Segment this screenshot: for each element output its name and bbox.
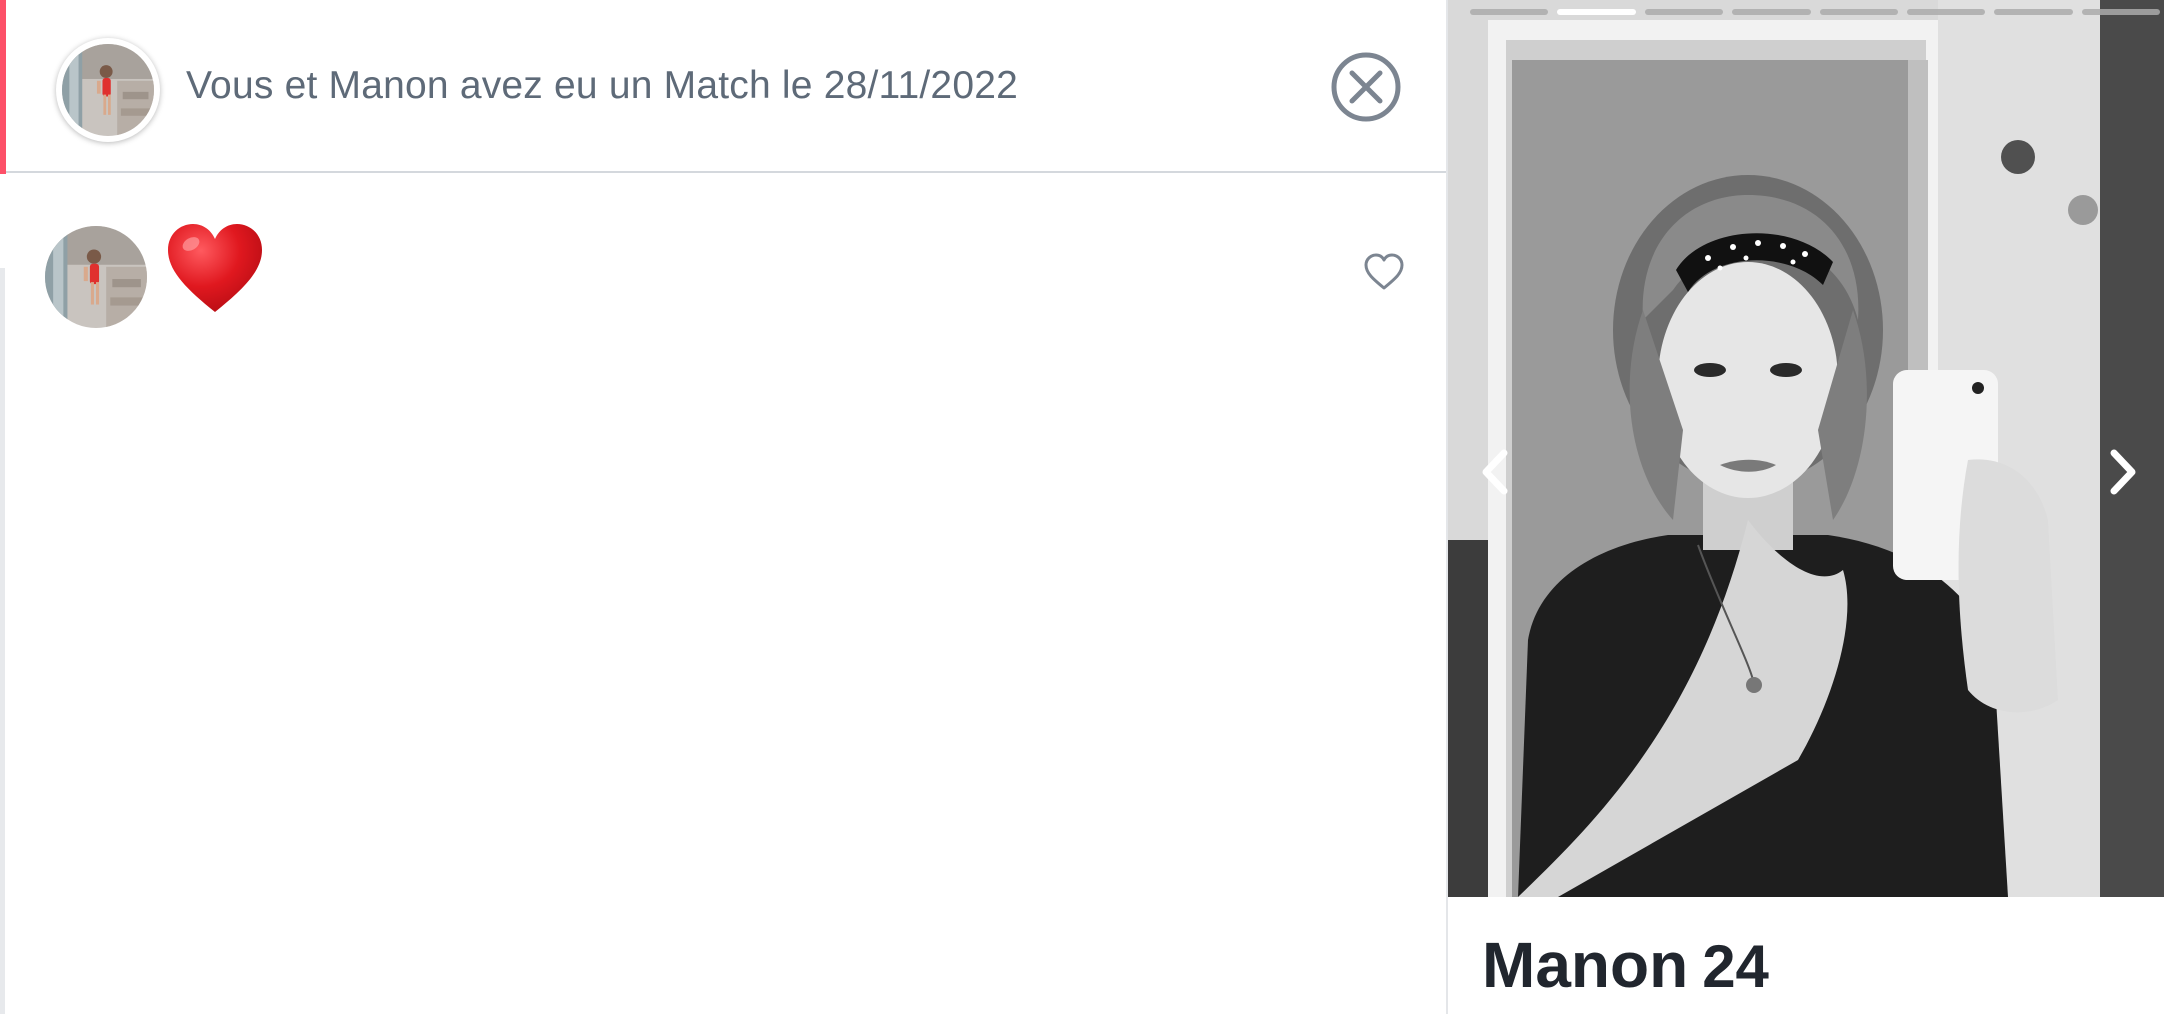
match-date-text: Vous et Manon avez eu un Match le 28/11/… <box>186 64 1018 107</box>
profile-panel: Manon 24 <box>1446 0 2164 1014</box>
left-border <box>0 268 5 1014</box>
photo-progress-bar <box>1470 9 2160 15</box>
chevron-right-icon[interactable] <box>2102 445 2142 499</box>
photo-progress-segment[interactable] <box>2081 9 2160 15</box>
avatar-photo <box>62 44 154 136</box>
sender-avatar[interactable] <box>45 226 147 328</box>
photo-image <box>1448 0 2164 897</box>
chat-panel: Vous et Manon avez eu un Match le 28/11/… <box>0 0 1446 1014</box>
photo-progress-segment[interactable] <box>1644 9 1724 15</box>
match-header: Vous et Manon avez eu un Match le 28/11/… <box>6 0 1446 173</box>
photo-progress-segment-active[interactable] <box>1557 9 1636 15</box>
photo-progress-segment[interactable] <box>1732 9 1811 15</box>
profile-name: Manon <box>1482 929 1689 1001</box>
photo-progress-segment[interactable] <box>1819 9 1898 15</box>
match-avatar[interactable] <box>56 38 160 142</box>
profile-photo[interactable] <box>1448 0 2164 897</box>
photo-progress-segment[interactable] <box>1994 9 2073 15</box>
profile-age: 24 <box>1702 933 1769 1000</box>
red-heart-emoji <box>165 218 265 322</box>
photo-progress-segment[interactable] <box>1470 9 1549 15</box>
heart-outline-icon[interactable] <box>1363 252 1405 292</box>
avatar-photo <box>45 226 147 328</box>
profile-name-heading: Manon 24 <box>1482 928 1769 1002</box>
message-row <box>45 224 1415 330</box>
close-circle-icon[interactable] <box>1330 51 1402 123</box>
chevron-left-icon[interactable] <box>1476 445 1516 499</box>
photo-progress-segment[interactable] <box>1906 9 1986 15</box>
